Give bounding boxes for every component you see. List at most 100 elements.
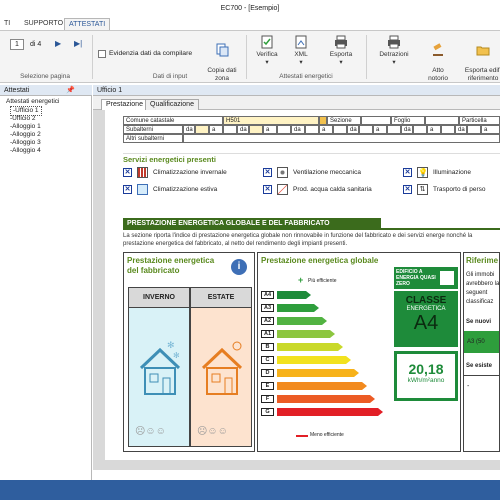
energy-class-bar (277, 330, 335, 338)
section-header-bar: PRESTAZIONE ENERGETICA GLOBALE E DEL FAB… (123, 218, 500, 230)
meno-efficiente-label: Meno efficiente (310, 432, 344, 438)
tab-ti[interactable]: TI (0, 18, 14, 30)
xml-button[interactable]: XML ▾ (286, 35, 316, 67)
da-label: da (401, 125, 413, 134)
energy-class-bar (277, 369, 359, 377)
page-number-input[interactable]: 1 (10, 39, 24, 50)
riferimenti-box: Riferime Gli immobi avrebbero la seguent… (463, 252, 500, 452)
tree-item-alloggio-2[interactable]: -Alloggio 2 (10, 131, 41, 139)
comune-lookup-icon[interactable] (319, 116, 327, 125)
tree-root[interactable]: Attestati energetici (6, 98, 59, 106)
energy-class-row: D (261, 369, 391, 379)
info-icon[interactable]: i (231, 259, 247, 275)
service-label-cooling: Climatizzazione estiva (153, 186, 218, 193)
classe-value: A4 (413, 312, 439, 334)
svg-text:✻: ✻ (173, 351, 180, 360)
tab-prestazione[interactable]: Prestazione (101, 99, 148, 110)
dropdown-arrow-icon: ▾ (299, 59, 303, 66)
pin-icon[interactable]: 📌 (66, 85, 75, 96)
subalterno-a-input[interactable] (441, 125, 455, 134)
service-checkbox-hot-water[interactable]: ✕ (263, 185, 272, 194)
foglio-label: Foglio (391, 116, 425, 125)
energy-class-row: A2 (261, 317, 391, 327)
detrazioni-button[interactable]: Detrazioni ▾ (372, 35, 416, 67)
subalterno-a-input[interactable] (277, 125, 291, 134)
service-checkbox-transport[interactable]: ✕ (403, 185, 412, 194)
atto-notorio-button[interactable]: Atto notorio (420, 35, 456, 83)
subalterno-da-input[interactable] (359, 125, 373, 134)
winter-house-icon: ✻ ✻ (139, 340, 181, 395)
document-tab[interactable]: Ufficio 1 (93, 85, 500, 96)
service-checkbox-lighting[interactable]: ✕ (403, 168, 412, 177)
tab-attestati[interactable]: ATTESTATI (64, 18, 111, 30)
subalterno-da-input[interactable] (467, 125, 481, 134)
subalterno-da-input[interactable] (413, 125, 427, 134)
next-page-icon[interactable]: ▶ (55, 39, 61, 48)
last-page-icon[interactable]: ▶| (74, 39, 82, 48)
export-button[interactable]: Esporta ▾ (322, 35, 360, 67)
energy-class-label: C (261, 356, 274, 364)
nzeb-label: EDIFICIO A ENERGIA QUASI ZERO (396, 269, 436, 287)
air-conditioner-icon (137, 184, 148, 195)
a-label: a (373, 125, 387, 134)
ribbon-separator (92, 35, 93, 79)
verify-button[interactable]: Verifica ▾ (250, 35, 284, 67)
altri-subalterni-label: Altri subalterni (123, 134, 183, 143)
printer-icon (335, 35, 347, 49)
da-label: da (183, 125, 195, 134)
tree-item-alloggio-3[interactable]: -Alloggio 3 (10, 139, 41, 147)
tree-item-ufficio-2[interactable]: -Ufficio 2 (10, 115, 36, 123)
riferimenti-text: Gli immobi avrebbero la seguent classifi… (466, 272, 500, 305)
energy-class-row: A1 (261, 330, 391, 340)
foglio-input[interactable] (425, 116, 459, 125)
tab-supporto[interactable]: SUPPORTO (20, 18, 67, 30)
subalterno-da-input[interactable] (195, 125, 209, 134)
service-checkbox-heating[interactable]: ✕ (123, 168, 132, 177)
comune-input[interactable]: H501 (223, 116, 319, 125)
ribbon-separator (246, 35, 247, 79)
da-label: da (347, 125, 359, 134)
fabbricato-box: Prestazione energetica del fabbricato i … (123, 252, 255, 452)
dropdown-arrow-icon: ▾ (265, 59, 269, 66)
energy-class-bar (277, 291, 311, 299)
energy-class-label: A4 (261, 291, 274, 299)
tree-item-alloggio-4[interactable]: -Alloggio 4 (10, 147, 41, 155)
sidebar-title: Attestati (4, 87, 30, 94)
subalterno-da-input[interactable] (305, 125, 319, 134)
rating-faces-icon: ☹☺☺ (197, 426, 228, 437)
energy-class-row: F (261, 395, 391, 405)
plus-icon: + (298, 275, 304, 285)
comune-label: Comune catastale (123, 116, 223, 125)
service-label-transport: Trasporto di perso (433, 186, 486, 193)
nzeb-checkbox[interactable] (440, 271, 454, 285)
a-label: a (263, 125, 277, 134)
export-buildings-button[interactable]: Esporta edifi riferimento (458, 35, 500, 83)
tree-item-alloggio-1[interactable]: -Alloggio 1 (10, 123, 41, 131)
subalterno-a-input[interactable] (387, 125, 401, 134)
tab-qualificazione[interactable]: Qualificazione (145, 99, 199, 110)
inner-tab-bar: Prestazione Qualificazione (93, 96, 500, 110)
subalterno-a-input[interactable] (223, 125, 237, 134)
subalterno-da-input[interactable] (249, 125, 263, 134)
service-checkbox-cooling[interactable]: ✕ (123, 185, 132, 194)
copy-icon (216, 43, 229, 57)
a-label: a (427, 125, 441, 134)
energy-class-label: F (261, 395, 274, 403)
globale-title: Prestazione energetica globale (261, 256, 379, 265)
highlight-checkbox[interactable] (98, 50, 106, 58)
energy-class-label: B (261, 343, 274, 351)
da-label: da (291, 125, 305, 134)
energy-class-label: G (261, 408, 274, 416)
sezione-input[interactable] (361, 116, 391, 125)
winter-panel: INVERNO ✻ ✻ ☹☺☺ (128, 287, 190, 447)
energy-index-value: 20,18 (408, 361, 444, 377)
summer-label: ESTATE (191, 288, 251, 308)
subalterno-a-input[interactable] (333, 125, 347, 134)
service-label-heating: Climatizzazione invernale (153, 169, 227, 176)
globale-box: Prestazione energetica globale + Più eff… (257, 252, 461, 452)
service-checkbox-ventilation[interactable]: ✕ (263, 168, 272, 177)
energy-class-label: A2 (261, 317, 274, 325)
altri-subalterni-input[interactable] (183, 134, 500, 143)
xml-label: XML (294, 51, 308, 58)
riferimenti-title: Riferime (466, 256, 499, 265)
